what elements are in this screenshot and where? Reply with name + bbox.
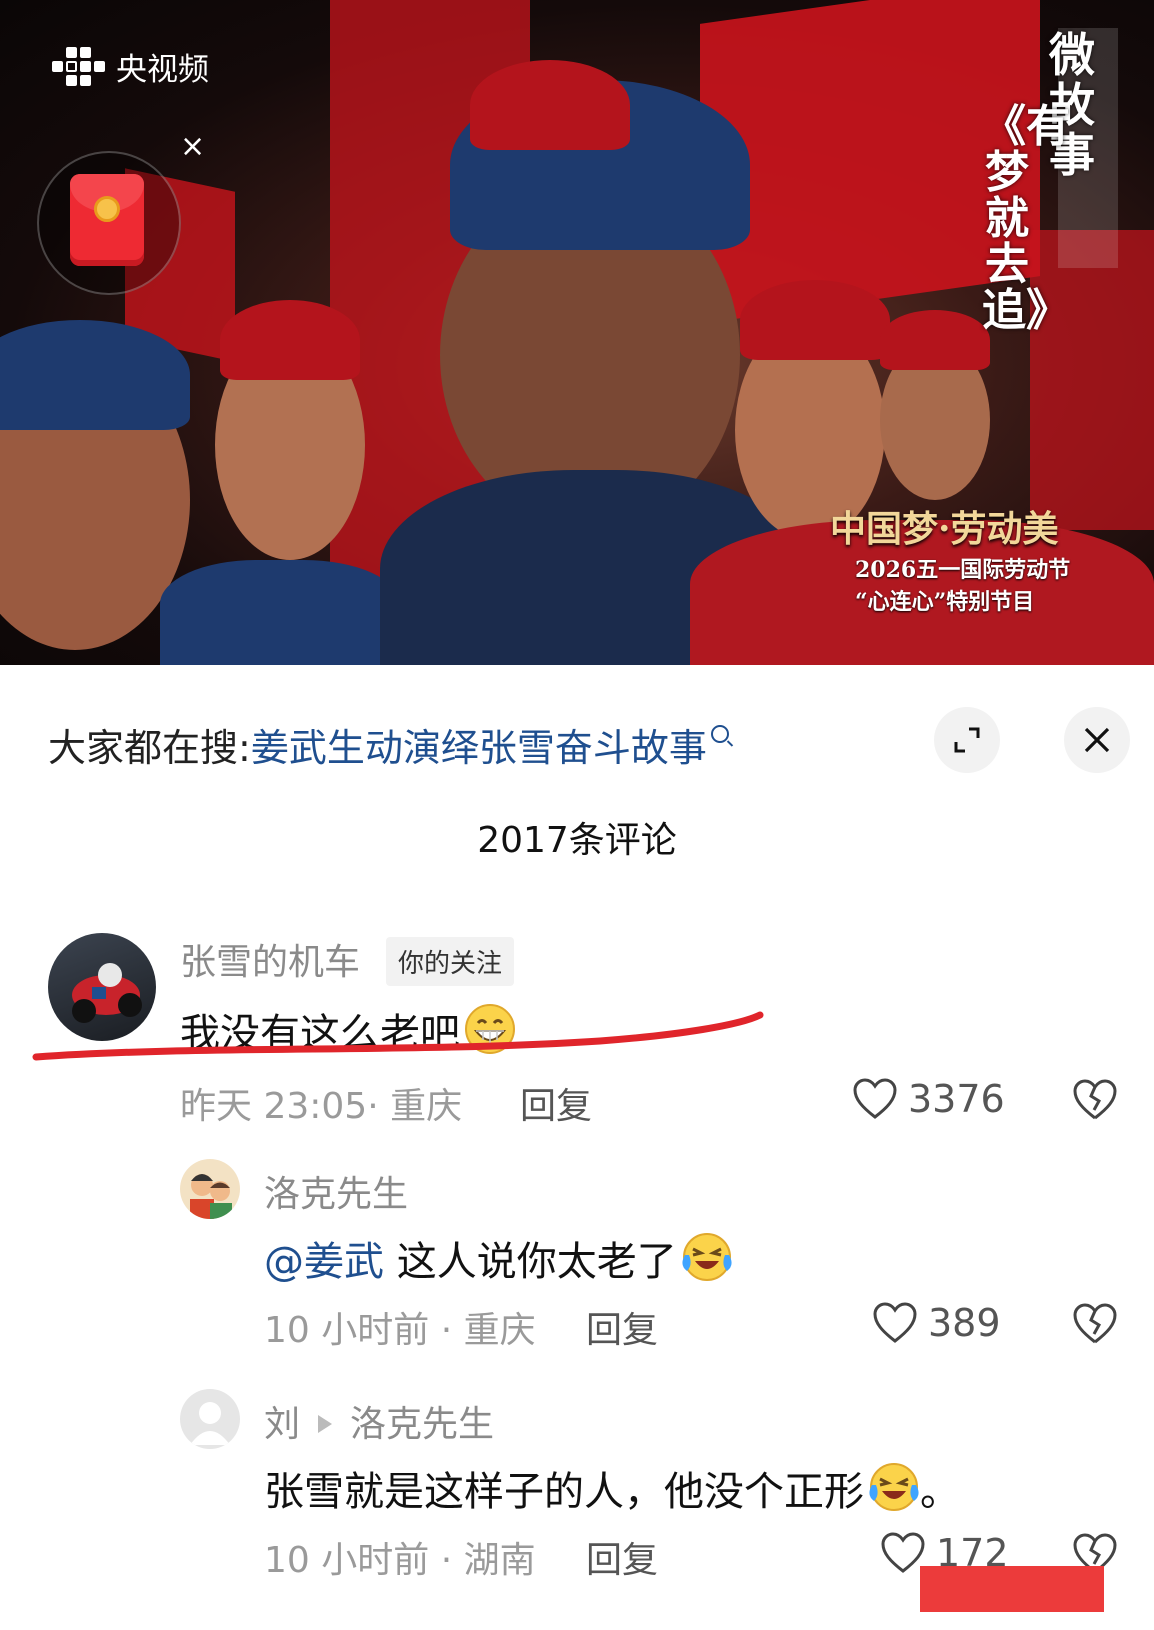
brand-logo-icon (50, 45, 106, 89)
reply-button[interactable]: 回复 (586, 1531, 658, 1583)
crowd-shirt-shape (160, 560, 400, 665)
brand-name: 央视频 (116, 52, 209, 88)
comments-sheet: 大家都在搜:姜武生动演绎张雪奋斗故事 2017条评论 张雪的机车 你的关注 我没… (0, 665, 1154, 1630)
crowd-cap-shape (740, 280, 890, 360)
comment-meta: 昨天 23:05· 重庆 (180, 1086, 463, 1127)
like-button[interactable]: 3376 (852, 1077, 1005, 1121)
like-count: 389 (928, 1301, 1001, 1345)
close-icon (1084, 727, 1110, 753)
commenter-name[interactable]: 张雪的机车 (180, 933, 360, 985)
broken-heart-icon (1073, 1079, 1117, 1120)
like-count: 3376 (908, 1077, 1005, 1121)
crowd-cap-shape (220, 300, 360, 380)
like-button[interactable]: 389 (872, 1301, 1001, 1345)
grin-emoji-icon (465, 1004, 515, 1054)
search-icon (710, 725, 729, 743)
crowd-cap-shape (880, 310, 990, 370)
comment-count-title: 2017条评论 (477, 820, 677, 861)
comment-meta: 10 小时前 · 重庆 (264, 1310, 536, 1351)
comment-text-body: 这人说你太老了 (384, 1239, 677, 1285)
comment-text-body: 我没有这么老吧 (180, 1011, 460, 1057)
reply-button[interactable]: 回复 (586, 1301, 658, 1353)
comment-text-end: 。 (920, 1469, 960, 1515)
dislike-button[interactable] (1072, 1079, 1118, 1125)
broken-heart-icon (1073, 1303, 1117, 1344)
comment-text: 我没有这么老吧 (180, 1001, 516, 1059)
trending-search-prefix: 大家都在搜: (48, 726, 251, 770)
mention-link[interactable]: @姜武 (264, 1239, 384, 1285)
reply-button[interactable]: 回复 (520, 1077, 592, 1129)
avatar[interactable] (180, 1389, 240, 1449)
heart-icon (873, 1302, 917, 1343)
red-packet-icon[interactable] (70, 174, 144, 266)
comment-meta: 10 小时前 · 湖南 (264, 1540, 536, 1581)
close-ad-icon[interactable]: × (180, 132, 205, 162)
brand-watermark: 央视频 (50, 44, 209, 89)
commenter-name[interactable]: 刘 (264, 1404, 300, 1445)
comment-text-body: 张雪就是这样子的人，他没个正形 (264, 1469, 864, 1515)
reply-arrow-icon (318, 1415, 333, 1433)
laugh-cry-emoji-icon (869, 1463, 919, 1511)
expand-icon (954, 727, 980, 753)
event-subtitle: 2026五一国际劳动节 (855, 557, 1071, 583)
trending-search-term[interactable]: 姜武生动演绎张雪奋斗故事 (251, 726, 707, 770)
comment-text: @姜武 这人说你太老了 (264, 1229, 733, 1287)
red-flag-shape (1030, 230, 1154, 530)
default-avatar-icon (190, 1402, 230, 1445)
cartoon-couple-avatar-icon (190, 1174, 232, 1219)
following-badge: 你的关注 (386, 937, 515, 986)
redaction-block (920, 1566, 1104, 1612)
reply-to-name[interactable]: 洛克先生 (350, 1404, 494, 1445)
event-title: 中国梦·劳动美 (830, 508, 1059, 550)
dislike-button[interactable] (1072, 1303, 1118, 1349)
avatar[interactable] (48, 933, 156, 1041)
trending-search[interactable]: 大家都在搜:姜武生动演绎张雪奋斗故事 (48, 717, 729, 772)
reply-header: 刘 洛克先生 (264, 1395, 494, 1447)
comment-text: 张雪就是这样子的人，他没个正形 。 (264, 1459, 960, 1517)
heart-icon (853, 1078, 897, 1119)
video-player[interactable]: 央视频 × 微故事 《有梦就去追》 中国梦·劳动美 2026五一国际劳动节 “心… (0, 0, 1154, 665)
event-subtitle: “心连心”特别节目 (855, 589, 1035, 615)
expand-button[interactable] (934, 707, 1000, 773)
video-vertical-title: 《有梦就去追》 (982, 101, 1070, 336)
main-person-cap-shape (470, 60, 630, 150)
avatar[interactable] (180, 1159, 240, 1219)
commenter-name[interactable]: 洛克先生 (264, 1165, 408, 1217)
close-button[interactable] (1064, 707, 1130, 773)
motorcycle-avatar-icon (72, 963, 142, 1023)
laugh-cry-emoji-icon (682, 1233, 732, 1281)
